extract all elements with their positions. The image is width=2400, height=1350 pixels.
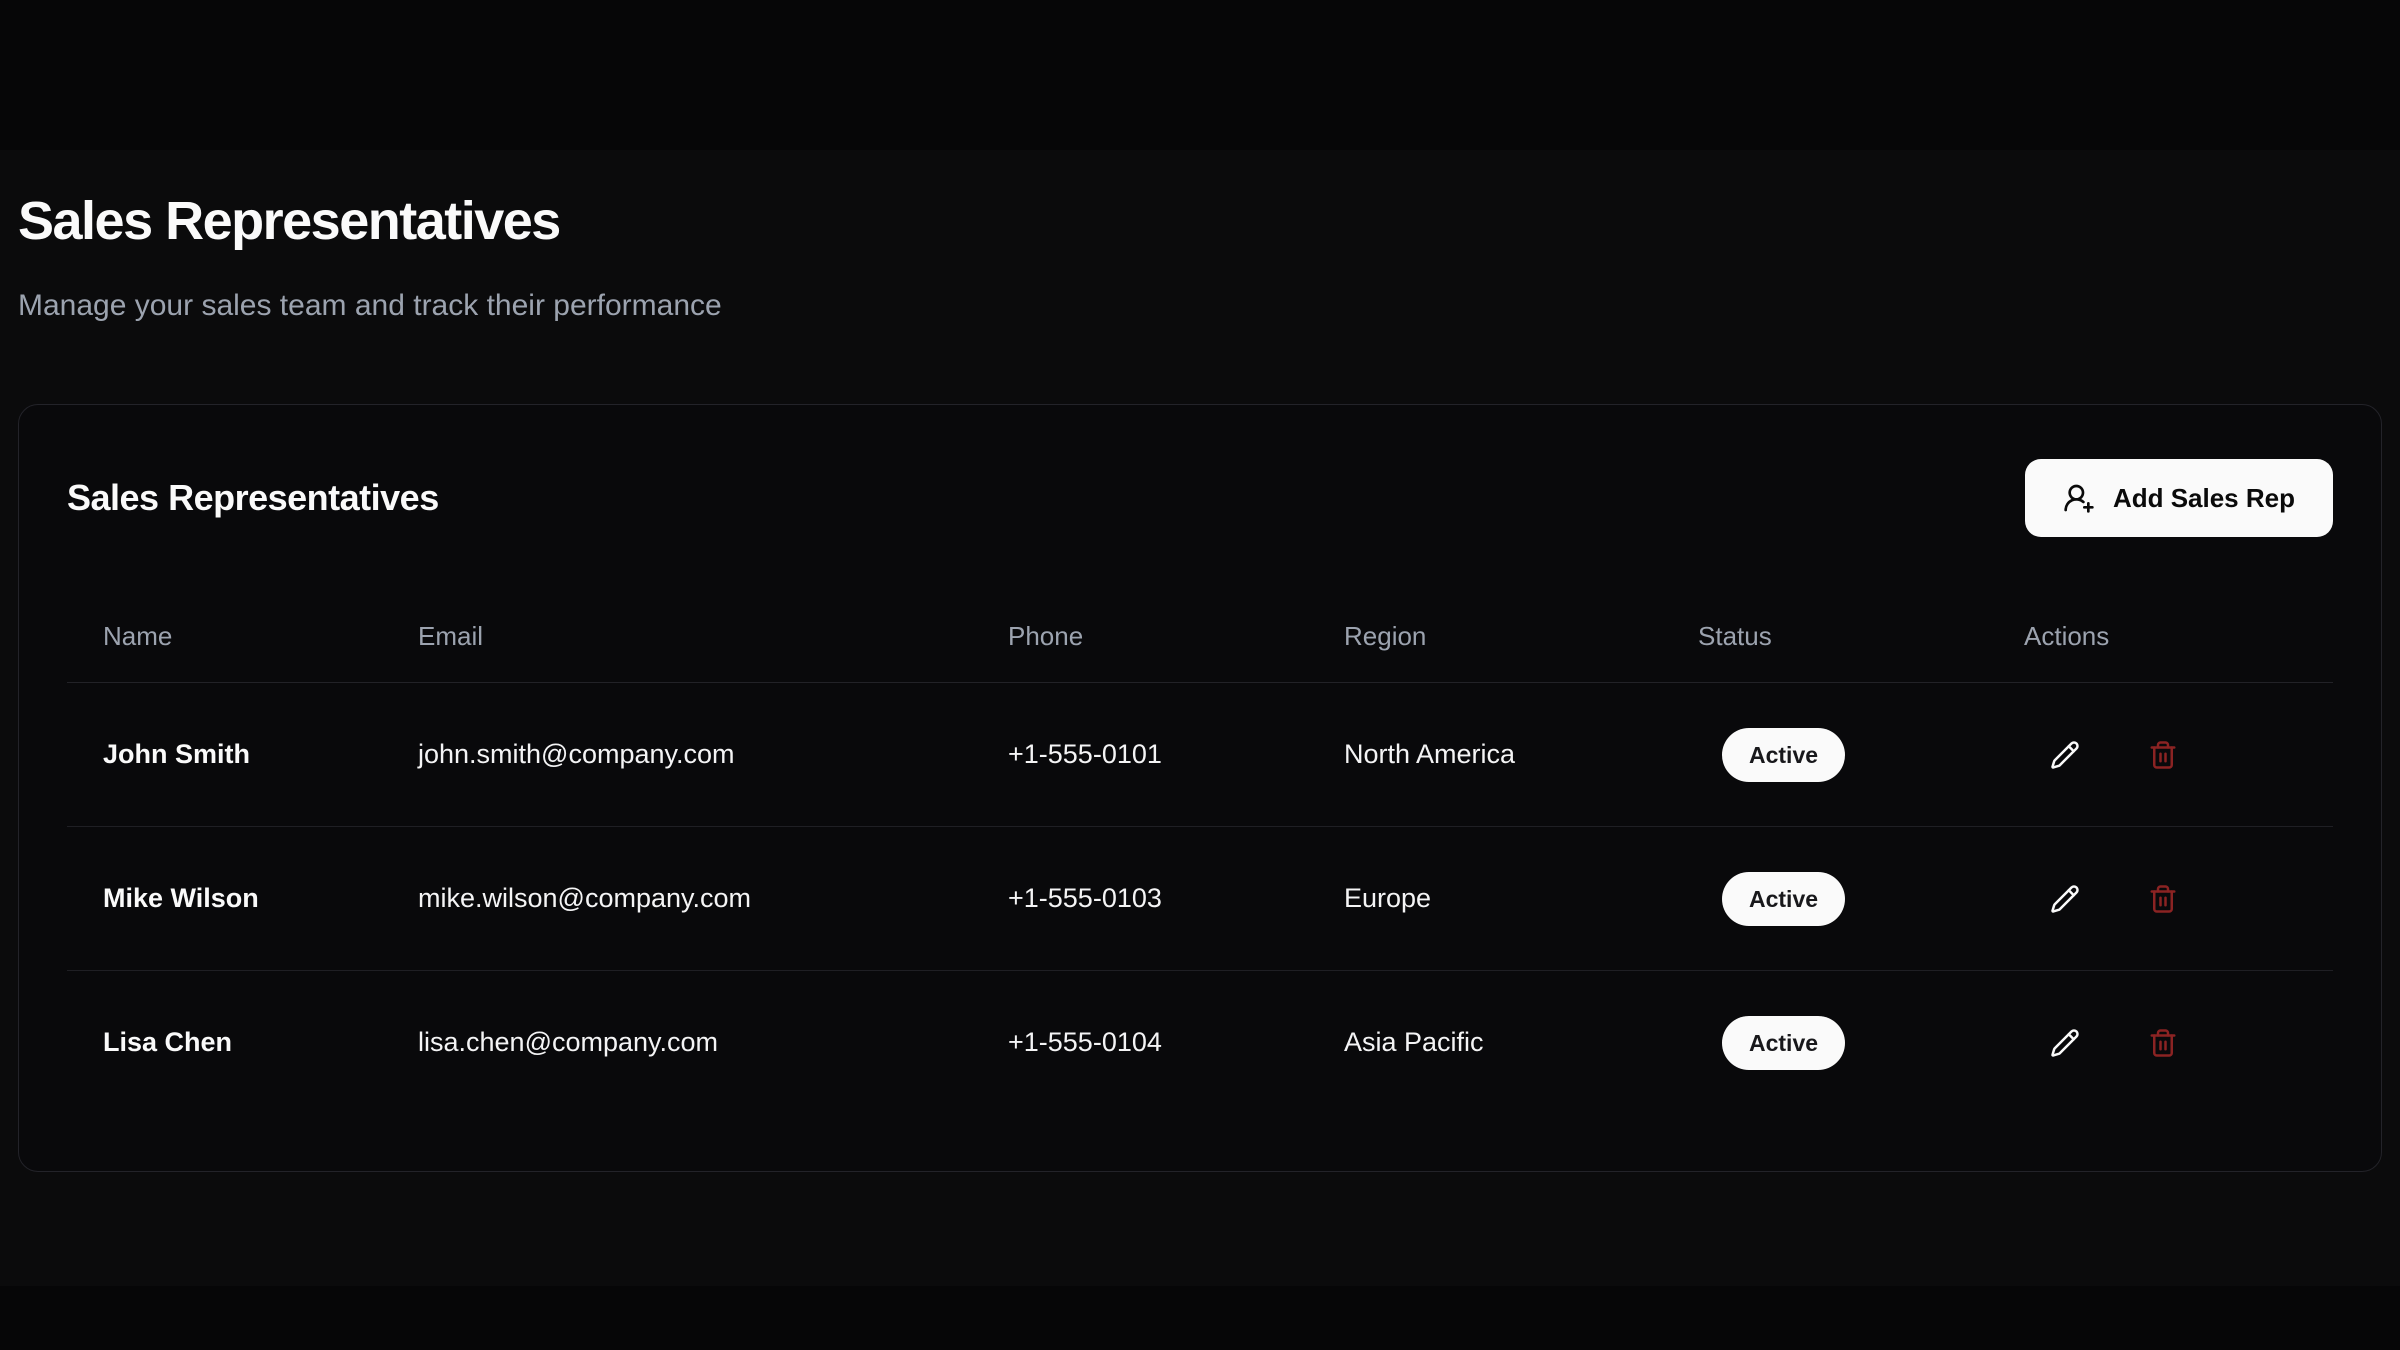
table-body: John Smith john.smith@company.com +1-555… — [67, 683, 2333, 1115]
column-header-status: Status — [1662, 581, 1988, 683]
column-header-actions: Actions — [1988, 581, 2333, 683]
edit-button[interactable] — [2049, 1027, 2081, 1059]
cell-email: mike.wilson@company.com — [382, 827, 972, 971]
table-row: Lisa Chen lisa.chen@company.com +1-555-0… — [67, 971, 2333, 1115]
column-header-name: Name — [67, 581, 382, 683]
add-sales-rep-button[interactable]: Add Sales Rep — [2025, 459, 2333, 537]
row-actions — [2049, 1027, 2297, 1059]
status-badge: Active — [1722, 872, 1845, 926]
delete-button[interactable] — [2147, 739, 2179, 771]
pencil-icon — [2050, 1028, 2080, 1058]
column-header-region: Region — [1308, 581, 1662, 683]
cell-email: john.smith@company.com — [382, 683, 972, 827]
cell-phone: +1-555-0103 — [972, 827, 1308, 971]
user-round-plus-icon — [2063, 482, 2095, 514]
cell-name: Lisa Chen — [67, 971, 382, 1115]
table-header: Name Email Phone Region Status Actions — [67, 581, 2333, 683]
column-header-email: Email — [382, 581, 972, 683]
page-subtitle: Manage your sales team and track their p… — [18, 286, 2382, 326]
trash-icon — [2148, 884, 2178, 914]
status-badge: Active — [1722, 1016, 1845, 1070]
card-header: Sales Representatives Add Sales Rep — [19, 405, 2381, 537]
delete-button[interactable] — [2147, 883, 2179, 915]
cell-phone: +1-555-0104 — [972, 971, 1308, 1115]
cell-region: North America — [1308, 683, 1662, 827]
table-row: John Smith john.smith@company.com +1-555… — [67, 683, 2333, 827]
card-title: Sales Representatives — [67, 477, 439, 519]
edit-button[interactable] — [2049, 739, 2081, 771]
page-title: Sales Representatives — [18, 188, 2382, 254]
sales-reps-card: Sales Representatives Add Sales Rep — [18, 404, 2382, 1172]
cell-region: Europe — [1308, 827, 1662, 971]
row-actions — [2049, 883, 2297, 915]
pencil-icon — [2050, 740, 2080, 770]
table-row: Mike Wilson mike.wilson@company.com +1-5… — [67, 827, 2333, 971]
cell-phone: +1-555-0101 — [972, 683, 1308, 827]
delete-button[interactable] — [2147, 1027, 2179, 1059]
pencil-icon — [2050, 884, 2080, 914]
status-badge: Active — [1722, 728, 1845, 782]
sales-reps-table: Name Email Phone Region Status Actions J… — [67, 581, 2333, 1115]
cell-email: lisa.chen@company.com — [382, 971, 972, 1115]
cell-name: Mike Wilson — [67, 827, 382, 971]
cell-region: Asia Pacific — [1308, 971, 1662, 1115]
trash-icon — [2148, 1028, 2178, 1058]
column-header-phone: Phone — [972, 581, 1308, 683]
sales-reps-table-wrap: Name Email Phone Region Status Actions J… — [19, 581, 2381, 1115]
app-background: Sales Representatives Manage your sales … — [0, 0, 2400, 1350]
trash-icon — [2148, 740, 2178, 770]
edit-button[interactable] — [2049, 883, 2081, 915]
cell-name: John Smith — [67, 683, 382, 827]
add-sales-rep-label: Add Sales Rep — [2113, 483, 2295, 514]
main-content: Sales Representatives Manage your sales … — [0, 150, 2400, 1286]
row-actions — [2049, 739, 2297, 771]
